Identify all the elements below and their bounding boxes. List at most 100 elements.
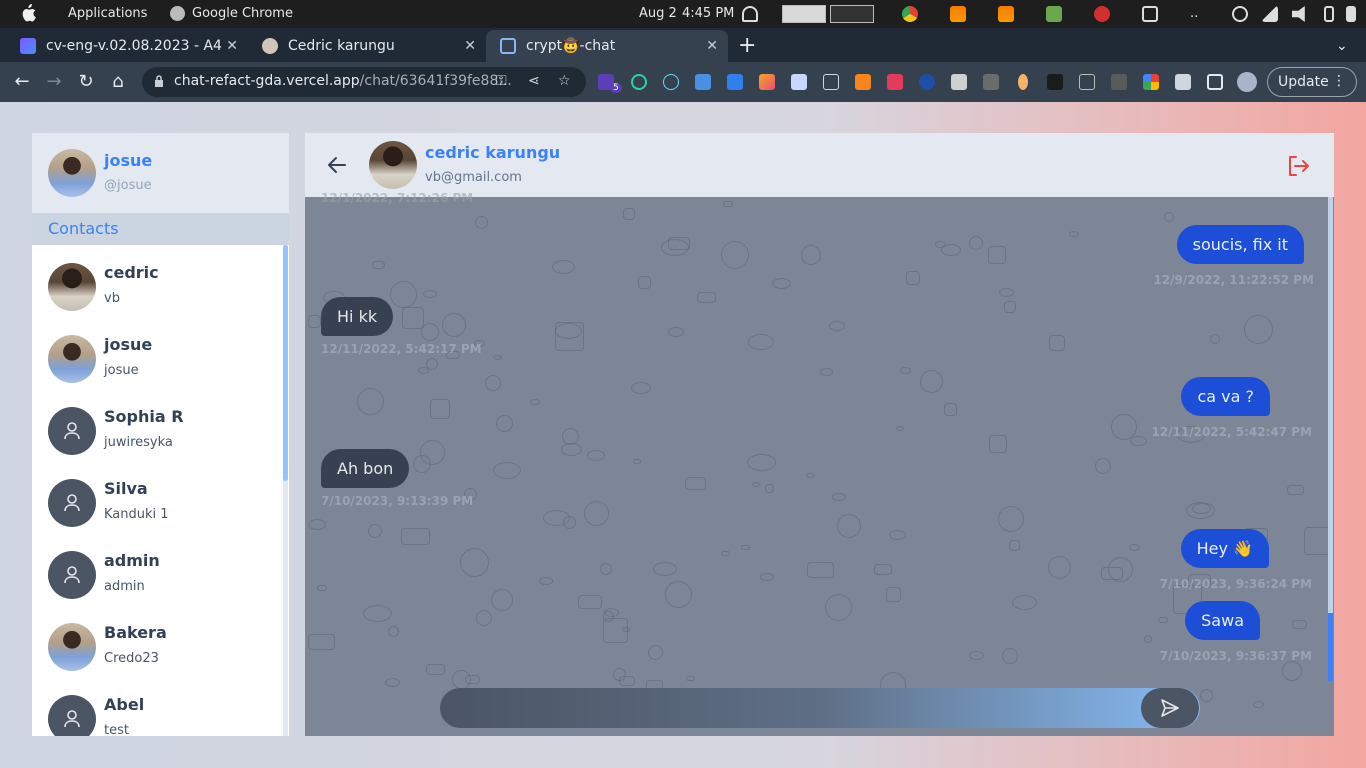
brightness-icon[interactable] xyxy=(1232,6,1248,22)
contact-subtitle: josue xyxy=(104,363,139,378)
message-timestamp: 12/11/2022, 5:42:47 PM xyxy=(1151,425,1312,439)
chat-header: cedric karungu vb@gmail.com xyxy=(305,133,1334,197)
vlc-icon-2[interactable] xyxy=(998,6,1014,22)
key-icon[interactable]: ⚿ xyxy=(496,73,507,89)
vlc-icon[interactable] xyxy=(950,6,966,22)
active-app-name[interactable]: Google Chrome xyxy=(192,6,293,21)
translate-icon[interactable] xyxy=(695,74,711,90)
os-time[interactable]: 4:45 PM xyxy=(682,6,734,21)
contact-item[interactable]: Bakera Credo23 xyxy=(32,609,282,681)
update-button[interactable]: Update ⋮ xyxy=(1267,67,1357,97)
back-arrow-icon[interactable]: ← xyxy=(10,70,34,94)
wallpaper-doodle xyxy=(420,440,445,465)
apple-icon[interactable] xyxy=(20,4,36,22)
message-bubble-outgoing[interactable]: Sawa xyxy=(1185,601,1260,640)
close-tab-icon[interactable]: ✕ xyxy=(706,38,718,54)
dice-extension-icon[interactable] xyxy=(887,74,903,90)
tray-overflow[interactable]: .. xyxy=(1190,6,1198,21)
download-extension-icon[interactable] xyxy=(983,74,999,90)
peer-avatar[interactable] xyxy=(369,141,417,189)
wifi-icon[interactable] xyxy=(1262,6,1278,22)
tab-crypt-chat[interactable]: crypt🤠-chat ✕ xyxy=(486,30,728,62)
chat-scrollbar-thumb[interactable] xyxy=(1328,613,1333,681)
e-extension-icon[interactable] xyxy=(1111,74,1127,90)
new-tab-plus-icon[interactable]: + xyxy=(738,33,756,58)
document-favicon-icon xyxy=(20,38,36,54)
current-user-avatar[interactable] xyxy=(48,149,96,197)
contact-item[interactable]: Silva Kanduki 1 xyxy=(32,465,282,537)
react-devtools-icon[interactable] xyxy=(663,74,679,90)
wallpaper-doodle xyxy=(807,562,834,578)
json-extension-icon[interactable] xyxy=(1079,74,1095,90)
fi-extension-icon[interactable] xyxy=(727,74,743,90)
message-input[interactable] xyxy=(440,688,1200,728)
close-tab-icon[interactable]: ✕ xyxy=(464,38,476,54)
message-bubble-incoming[interactable]: Ah bon xyxy=(321,449,410,488)
profile-avatar-icon[interactable] xyxy=(1237,72,1257,92)
logout-icon[interactable] xyxy=(1285,153,1311,179)
message-bubble-outgoing[interactable]: soucis, fix it xyxy=(1176,225,1304,264)
copy-extension-icon[interactable] xyxy=(791,74,807,90)
tab-cv-eng[interactable]: cv-eng-v.02.08.2023 - A4 ✕ xyxy=(6,30,248,62)
clipboard-icon[interactable] xyxy=(1142,6,1158,22)
contacts-scrollbar-thumb[interactable] xyxy=(283,245,288,481)
graph-extension-icon[interactable] xyxy=(823,74,839,90)
notifications-muted-icon[interactable] xyxy=(742,6,758,22)
contact-item[interactable]: josue josue xyxy=(32,321,282,393)
contact-item[interactable]: admin admin xyxy=(32,537,282,609)
wallpaper-doodle xyxy=(368,524,382,538)
message-bubble-outgoing[interactable]: ca va ? xyxy=(1181,377,1270,416)
pen-extension-icon[interactable] xyxy=(759,74,775,90)
back-arrow-icon[interactable] xyxy=(325,153,349,177)
profile-extension-icon[interactable] xyxy=(951,74,967,90)
home-icon[interactable]: ⌂ xyxy=(106,70,130,94)
wallpaper-doodle xyxy=(372,261,385,269)
os-date[interactable]: Aug 2 xyxy=(639,6,677,21)
check-extension-icon[interactable] xyxy=(919,74,935,90)
reload-icon[interactable]: ↻ xyxy=(74,70,98,94)
wallpaper-doodle xyxy=(1095,458,1111,474)
tab-cedric-karungu[interactable]: Cedric karungu ✕ xyxy=(248,30,486,62)
message-bubble-incoming[interactable]: Hi kk xyxy=(321,297,394,336)
close-tab-icon[interactable]: ✕ xyxy=(226,38,238,54)
workspace-2-indicator[interactable] xyxy=(830,5,874,23)
contact-item[interactable]: Sophia R juwiresyka xyxy=(32,393,282,465)
applications-menu[interactable]: Applications xyxy=(68,6,147,21)
side-panel-icon[interactable] xyxy=(1207,74,1223,90)
tab-search-chevron-icon[interactable]: ⌄ xyxy=(1336,38,1348,54)
metamask-icon[interactable] xyxy=(855,74,871,90)
wallpaper-doodle xyxy=(1186,502,1215,519)
wallpaper-doodle xyxy=(944,403,957,416)
share-icon[interactable]: ⋖ xyxy=(528,73,540,89)
message-bubble-outgoing[interactable]: Hey 👋 xyxy=(1180,529,1269,568)
wallpaper-doodle xyxy=(363,605,392,622)
browser-toolbar: ← → ↻ ⌂ chat-refact-gda.vercel.app/chat/… xyxy=(0,62,1366,102)
chat-scrollbar-track[interactable] xyxy=(1328,197,1333,681)
more-vert-icon[interactable]: ⋮ xyxy=(1332,73,1346,89)
wallpaper-doodle xyxy=(760,573,774,581)
target-extension-icon[interactable] xyxy=(631,74,647,90)
wallpaper-doodle xyxy=(1129,544,1140,551)
contact-item[interactable]: Abel test xyxy=(32,681,282,736)
chrome-tray-icon[interactable] xyxy=(902,6,918,22)
battery-icon[interactable] xyxy=(1324,6,1334,22)
color-extension-icon[interactable] xyxy=(1143,74,1159,90)
extensions-puzzle-icon[interactable] xyxy=(1175,74,1191,90)
bookmark-star-icon[interactable]: ☆ xyxy=(558,73,571,89)
forward-arrow-icon[interactable]: → xyxy=(42,70,66,94)
monitor-icon[interactable] xyxy=(1046,6,1062,22)
wallpaper-doodle xyxy=(623,208,635,220)
wallpaper-doodle xyxy=(668,327,684,337)
contact-item[interactable]: cedric vb xyxy=(32,249,282,321)
stop-icon[interactable] xyxy=(1094,6,1110,22)
power-menu-icon[interactable] xyxy=(1346,6,1356,22)
volume-icon[interactable] xyxy=(1292,6,1305,22)
user-icon xyxy=(64,566,80,584)
capsule-extension-icon[interactable] xyxy=(1018,74,1028,90)
lt-extension-icon[interactable] xyxy=(1047,74,1063,90)
wallpaper-doodle xyxy=(941,244,961,256)
address-bar[interactable]: chat-refact-gda.vercel.app/chat/63641f39… xyxy=(142,67,586,97)
send-button[interactable] xyxy=(1141,688,1199,728)
workspace-1-indicator[interactable] xyxy=(782,5,826,23)
contact-subtitle: vb xyxy=(104,291,120,306)
